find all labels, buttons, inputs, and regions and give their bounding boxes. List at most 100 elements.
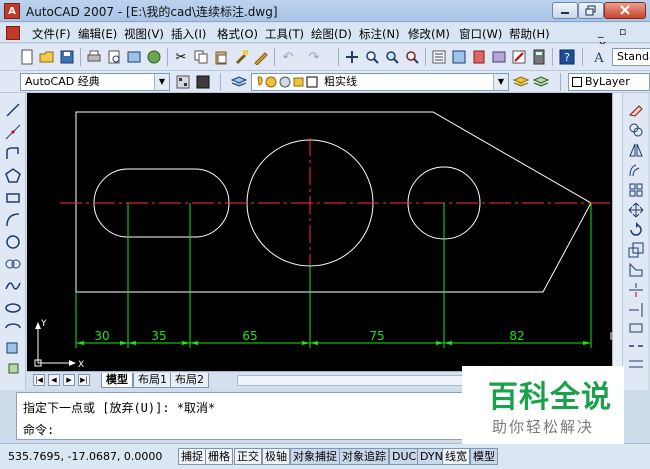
make-current-layer-icon[interactable] bbox=[512, 73, 530, 91]
minimize-button[interactable] bbox=[552, 2, 578, 19]
new-file-icon[interactable] bbox=[18, 48, 36, 66]
zoom-window-icon[interactable] bbox=[383, 48, 401, 66]
spline-icon[interactable] bbox=[4, 277, 22, 295]
svg-text:A: A bbox=[593, 51, 604, 65]
publish-icon[interactable] bbox=[125, 48, 143, 66]
otrack-toggle[interactable]: 对象追踪 bbox=[339, 448, 389, 465]
polar-toggle[interactable]: 极轴 bbox=[262, 448, 290, 465]
maximize-button[interactable] bbox=[578, 2, 604, 19]
polygon-icon[interactable] bbox=[4, 167, 22, 185]
text-style-icon[interactable]: A bbox=[590, 48, 608, 66]
menu-edit[interactable]: 编辑(E) bbox=[78, 26, 117, 42]
ellipse-icon[interactable] bbox=[4, 299, 22, 317]
offset-icon[interactable] bbox=[627, 161, 645, 179]
cursor-coordinates[interactable]: 535.7695, -17.0687, 0.0000 bbox=[8, 450, 162, 463]
move-icon[interactable] bbox=[627, 201, 645, 219]
lineweight-toggle[interactable]: 线宽 bbox=[442, 448, 470, 465]
cut-icon[interactable]: ✂ bbox=[172, 48, 190, 66]
document-icon[interactable] bbox=[6, 26, 20, 40]
snap-toggle[interactable]: 捕捉 bbox=[178, 448, 206, 465]
block-editor-icon[interactable] bbox=[252, 48, 270, 66]
first-tab-button[interactable]: |◀ bbox=[33, 374, 45, 386]
text-style-combo[interactable]: Standa bbox=[612, 48, 650, 66]
design-center-icon[interactable] bbox=[450, 48, 468, 66]
mirror-icon[interactable] bbox=[627, 141, 645, 159]
next-tab-button[interactable]: ▶ bbox=[63, 374, 75, 386]
horizontal-scrollbar[interactable] bbox=[237, 375, 477, 386]
quickcalc-icon[interactable] bbox=[530, 48, 548, 66]
zoom-realtime-icon[interactable] bbox=[363, 48, 381, 66]
circle-icon[interactable] bbox=[4, 233, 22, 251]
plot-preview-icon[interactable] bbox=[105, 48, 123, 66]
join-icon[interactable] bbox=[627, 355, 645, 373]
arc-icon[interactable] bbox=[4, 211, 22, 229]
menu-draw[interactable]: 绘图(D) bbox=[311, 26, 352, 42]
construction-line-icon[interactable] bbox=[4, 123, 22, 141]
command-prompt[interactable]: 命令: bbox=[23, 421, 54, 438]
menu-dimension[interactable]: 标注(N) bbox=[359, 26, 400, 42]
match-properties-icon[interactable] bbox=[232, 48, 250, 66]
menu-tools[interactable]: 工具(T) bbox=[265, 26, 304, 42]
properties-icon[interactable] bbox=[430, 48, 448, 66]
menu-insert[interactable]: 插入(I) bbox=[171, 26, 206, 42]
grid-toggle[interactable]: 栅格 bbox=[205, 448, 233, 465]
save-icon[interactable] bbox=[58, 48, 76, 66]
tab-model[interactable]: 模型 bbox=[101, 373, 133, 388]
tab-layout2[interactable]: 布局2 bbox=[170, 373, 209, 388]
previous-tab-button[interactable]: ◀ bbox=[48, 374, 60, 386]
workspace-combo[interactable]: AutoCAD 经典 ▼ bbox=[20, 73, 170, 91]
open-folder-icon[interactable] bbox=[38, 48, 56, 66]
workspace-settings-icon[interactable] bbox=[174, 73, 192, 91]
save-workspace-icon[interactable] bbox=[194, 73, 212, 91]
menu-window[interactable]: 窗口(W) bbox=[459, 26, 502, 42]
paste-icon[interactable] bbox=[212, 48, 230, 66]
color-control-combo[interactable]: ByLayer bbox=[568, 73, 650, 91]
make-block-icon[interactable] bbox=[4, 359, 22, 377]
scale-icon[interactable] bbox=[627, 241, 645, 259]
model-paper-toggle[interactable]: 模型 bbox=[470, 448, 498, 465]
osnap-toggle[interactable]: 对象捕捉 bbox=[290, 448, 340, 465]
last-tab-button[interactable]: ▶| bbox=[78, 374, 90, 386]
tool-palettes-icon[interactable] bbox=[470, 48, 488, 66]
autocad-app-icon[interactable]: A bbox=[4, 3, 20, 19]
break-icon[interactable] bbox=[627, 337, 645, 355]
menu-view[interactable]: 视图(V) bbox=[124, 26, 164, 42]
ellipse-arc-icon[interactable] bbox=[4, 319, 22, 337]
break-at-point-icon[interactable] bbox=[627, 319, 645, 337]
copy-object-icon[interactable] bbox=[627, 121, 645, 139]
menu-format[interactable]: 格式(O) bbox=[217, 26, 258, 42]
stretch-icon[interactable] bbox=[627, 261, 645, 279]
3d-dwf-icon[interactable] bbox=[145, 48, 163, 66]
close-button[interactable] bbox=[604, 2, 646, 19]
help-icon[interactable]: ? bbox=[558, 48, 576, 66]
rotate-icon[interactable] bbox=[627, 221, 645, 239]
zoom-previous-icon[interactable] bbox=[403, 48, 421, 66]
draw-toolbar bbox=[0, 93, 26, 390]
drawing-canvas[interactable]: 30 35 65 75 82 Y X bbox=[27, 93, 621, 371]
print-icon[interactable] bbox=[85, 48, 103, 66]
revision-cloud-icon[interactable] bbox=[4, 255, 22, 273]
tab-layout1[interactable]: 布局1 bbox=[133, 373, 172, 388]
copy-icon[interactable] bbox=[192, 48, 210, 66]
markup-manager-icon[interactable] bbox=[510, 48, 528, 66]
layer-previous-icon[interactable] bbox=[532, 73, 550, 91]
layer-combo[interactable]: 粗实线 ▼ bbox=[251, 73, 509, 91]
layer-properties-icon[interactable] bbox=[230, 73, 248, 91]
trim-icon[interactable] bbox=[627, 281, 645, 299]
polyline-icon[interactable] bbox=[4, 145, 22, 163]
erase-icon[interactable] bbox=[627, 101, 645, 119]
rectangle-icon[interactable] bbox=[4, 189, 22, 207]
menu-help[interactable]: 帮助(H) bbox=[509, 26, 550, 42]
menu-modify[interactable]: 修改(M) bbox=[408, 26, 450, 42]
undo-icon[interactable]: ↶ bbox=[279, 48, 297, 66]
vertical-scrollbar[interactable] bbox=[612, 93, 622, 371]
extend-icon[interactable] bbox=[627, 301, 645, 319]
insert-block-icon[interactable] bbox=[4, 339, 22, 357]
sheet-set-manager-icon[interactable] bbox=[490, 48, 508, 66]
pan-icon[interactable] bbox=[343, 48, 361, 66]
menu-file[interactable]: 文件(F) bbox=[32, 26, 71, 42]
ortho-toggle[interactable]: 正交 bbox=[234, 448, 262, 465]
array-icon[interactable] bbox=[627, 181, 645, 199]
line-icon[interactable] bbox=[4, 101, 22, 119]
redo-icon[interactable]: ↷ bbox=[305, 48, 323, 66]
